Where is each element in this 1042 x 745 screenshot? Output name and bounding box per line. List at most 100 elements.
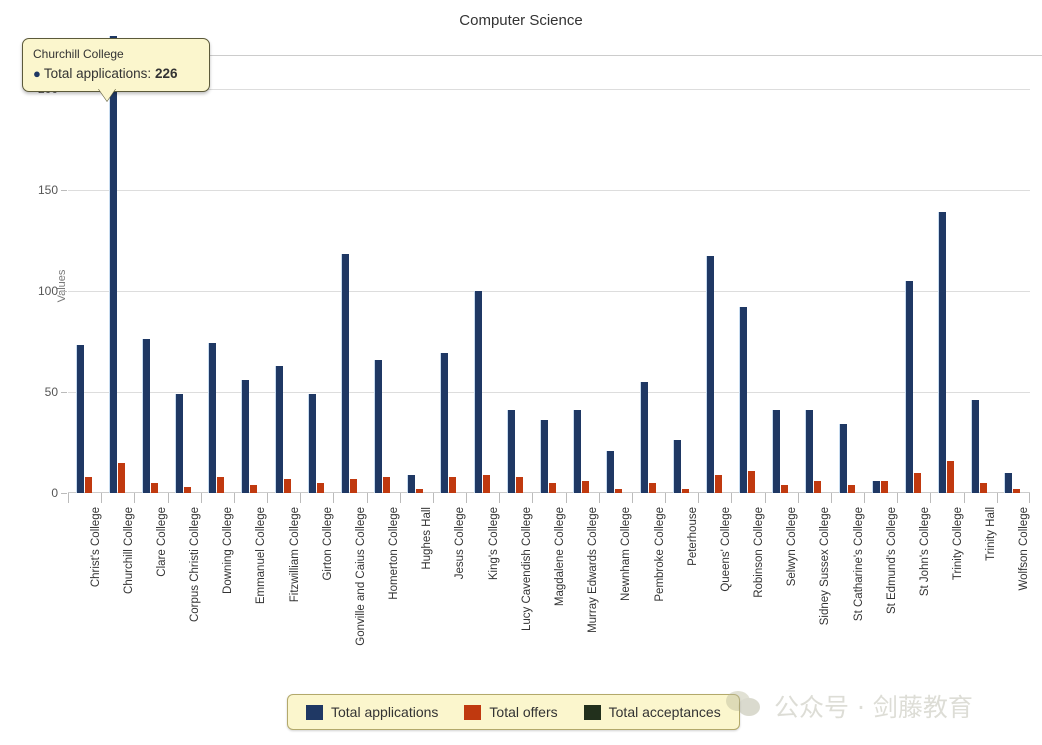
bar-group[interactable] — [532, 36, 565, 493]
bar-applications[interactable] — [241, 379, 250, 493]
bar-applications[interactable] — [539, 420, 548, 493]
bar-group[interactable] — [134, 36, 167, 493]
bar-offers[interactable] — [947, 460, 955, 493]
bar-offers[interactable] — [980, 482, 988, 493]
bar-group[interactable] — [997, 36, 1030, 493]
bar-group[interactable] — [632, 36, 665, 493]
bar-offers[interactable] — [482, 474, 490, 493]
bar-applications[interactable] — [274, 365, 283, 493]
bar-applications[interactable] — [407, 474, 416, 493]
bar-offers[interactable] — [748, 470, 756, 493]
bar-applications[interactable] — [772, 410, 781, 493]
bar-applications[interactable] — [175, 393, 184, 493]
bar-applications[interactable] — [75, 345, 84, 493]
bar-offers[interactable] — [582, 480, 590, 493]
bar-group[interactable] — [168, 36, 201, 493]
x-axis-tick-label: Jesus College — [454, 507, 467, 580]
bar-offers[interactable] — [283, 478, 291, 493]
bar-group[interactable] — [433, 36, 466, 493]
bar-group[interactable] — [599, 36, 632, 493]
tooltip-title: Churchill College — [33, 47, 124, 61]
bar-offers[interactable] — [515, 476, 523, 493]
x-axis-tick-mark — [399, 493, 401, 503]
bar-applications[interactable] — [141, 339, 150, 493]
bar-applications[interactable] — [573, 410, 582, 493]
bar-applications[interactable] — [805, 410, 814, 493]
bar-group[interactable] — [864, 36, 897, 493]
chart-legend[interactable]: Total applications Total offers Total ac… — [287, 694, 740, 730]
bar-group[interactable] — [566, 36, 599, 493]
x-axis-tick-label: Wolfson College — [1018, 507, 1031, 591]
x-axis-tick-label: Magdalene College — [554, 507, 566, 607]
bar-offers[interactable] — [117, 462, 125, 493]
bar-group[interactable] — [731, 36, 764, 493]
bar-group[interactable] — [234, 36, 267, 493]
bar-offers[interactable] — [880, 480, 888, 493]
bar-group[interactable] — [300, 36, 333, 493]
bar-applications[interactable] — [473, 290, 482, 493]
bar-group[interactable] — [897, 36, 930, 493]
bar-applications[interactable] — [440, 353, 449, 493]
bar-offers[interactable] — [449, 476, 457, 493]
legend-item-total-acceptances[interactable]: Total acceptances — [583, 704, 721, 720]
bar-offers[interactable] — [349, 478, 357, 493]
bar-applications[interactable] — [1004, 472, 1013, 493]
x-axis-tick-mark — [698, 493, 700, 503]
bar-applications[interactable] — [340, 254, 349, 493]
bar-offers[interactable] — [913, 472, 921, 493]
bar-group[interactable] — [698, 36, 731, 493]
x-axis-tick-label: St John's College — [918, 507, 931, 597]
x-axis-tick-mark — [731, 493, 733, 503]
bar-group[interactable] — [333, 36, 366, 493]
bar-offers[interactable] — [84, 476, 92, 493]
bar-group[interactable] — [798, 36, 831, 493]
bar-applications[interactable] — [739, 306, 748, 493]
bar-group[interactable] — [765, 36, 798, 493]
bar-group[interactable] — [930, 36, 963, 493]
bar-applications[interactable] — [904, 280, 913, 493]
bar-group[interactable] — [367, 36, 400, 493]
x-axis-tick-label: Churchill College — [122, 507, 135, 594]
bar-applications[interactable] — [971, 399, 980, 493]
bar-offers[interactable] — [781, 484, 789, 493]
bar-offers[interactable] — [714, 474, 722, 493]
bar-group[interactable] — [68, 36, 101, 493]
bar-group[interactable] — [267, 36, 300, 493]
bar-group[interactable] — [831, 36, 864, 493]
bar-group[interactable] — [964, 36, 997, 493]
x-axis-tick-label: Emmanuel College — [255, 507, 268, 605]
legend-swatch-total-offers — [464, 704, 482, 720]
bar-applications[interactable] — [938, 211, 947, 493]
bar-applications[interactable] — [307, 393, 316, 493]
bar-applications[interactable] — [639, 381, 648, 493]
bar-applications[interactable] — [871, 480, 880, 493]
bar-group[interactable] — [466, 36, 499, 493]
bar-applications[interactable] — [672, 440, 681, 493]
bar-offers[interactable] — [316, 482, 324, 493]
bar-offers[interactable] — [217, 476, 225, 493]
legend-label-total-acceptances: Total acceptances — [608, 704, 721, 720]
bar-applications[interactable] — [705, 256, 714, 493]
bar-offers[interactable] — [250, 484, 258, 493]
bar-offers[interactable] — [383, 476, 391, 493]
legend-item-total-applications[interactable]: Total applications — [306, 704, 438, 720]
x-axis-tick-mark — [68, 493, 69, 503]
bar-offers[interactable] — [548, 482, 556, 493]
bar-offers[interactable] — [814, 480, 822, 493]
bar-applications[interactable] — [838, 424, 847, 493]
bar-applications[interactable] — [108, 36, 117, 493]
bar-offers[interactable] — [847, 484, 855, 493]
bar-applications[interactable] — [208, 343, 217, 493]
x-axis-tick-mark — [864, 493, 866, 503]
bar-group[interactable] — [665, 36, 698, 493]
bar-group[interactable] — [201, 36, 234, 493]
bar-applications[interactable] — [374, 359, 383, 493]
bar-offers[interactable] — [648, 482, 656, 493]
bar-offers[interactable] — [150, 482, 158, 493]
legend-item-total-offers[interactable]: Total offers — [464, 704, 558, 720]
bar-group[interactable] — [499, 36, 532, 493]
bar-group[interactable] — [400, 36, 433, 493]
bar-applications[interactable] — [606, 450, 615, 493]
bar-group[interactable] — [101, 36, 134, 493]
bar-applications[interactable] — [506, 410, 515, 493]
